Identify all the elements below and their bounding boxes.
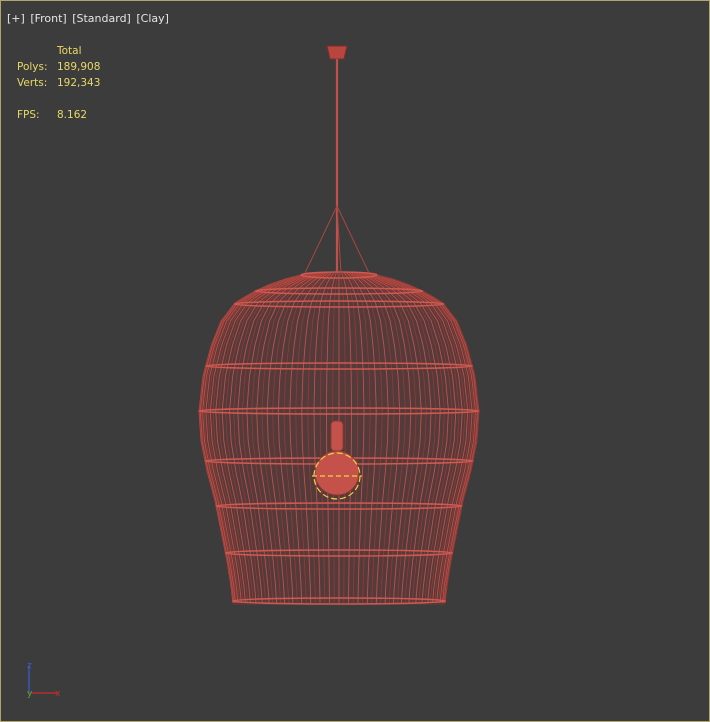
x-axis-label: x	[55, 689, 61, 699]
front-viewport[interactable]: [+] [Front] [Standard] [Clay] Total Poly…	[0, 0, 710, 722]
ceiling-canopy[interactable]	[326, 45, 348, 60]
pendant-lamp-wireframe-model[interactable]	[1, 1, 709, 721]
z-axis-label: z	[27, 661, 32, 671]
light-bulb[interactable]	[314, 450, 360, 496]
y-axis-label: y	[27, 689, 33, 699]
suspension-wire-right	[336, 205, 370, 274]
axis-tripod-gizmo: z y x	[27, 661, 61, 699]
bulb-socket[interactable]	[330, 420, 344, 452]
suspension-wire-left	[304, 205, 338, 274]
